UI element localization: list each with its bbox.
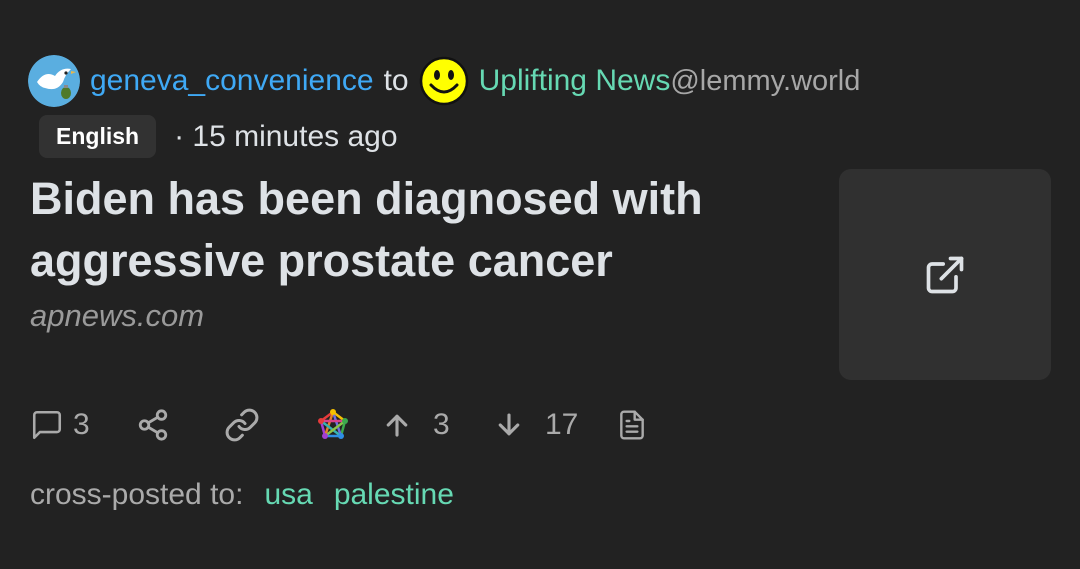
post-actions: 3 3 17 bbox=[30, 404, 670, 446]
post-thumbnail[interactable] bbox=[839, 169, 1051, 380]
post-time: · 15 minutes ago bbox=[174, 119, 398, 153]
upvote-button[interactable]: 3 bbox=[382, 404, 450, 446]
comment-count: 3 bbox=[73, 408, 90, 441]
document-icon bbox=[620, 410, 644, 440]
to-text: to bbox=[383, 64, 409, 97]
author-link[interactable]: geneva_convenience bbox=[90, 64, 374, 98]
arrow-up-icon bbox=[386, 414, 408, 437]
link-icon bbox=[225, 408, 259, 442]
post-title[interactable]: Biden has been diagnosed with aggressive… bbox=[30, 168, 770, 292]
share-icon bbox=[138, 409, 168, 441]
community-instance[interactable]: @lemmy.world bbox=[670, 65, 860, 98]
fediverse-icon bbox=[318, 409, 348, 439]
language-badge: English bbox=[39, 115, 157, 158]
upvote-count: 3 bbox=[433, 408, 450, 441]
post-meta: geneva_convenience to Uplifting News @le… bbox=[28, 55, 860, 107]
crosspost-community-usa[interactable]: usa bbox=[264, 478, 312, 512]
downvote-count: 17 bbox=[545, 408, 579, 441]
comments-button[interactable]: 3 bbox=[30, 404, 90, 446]
crosspost-line: cross-posted to: usa palestine bbox=[30, 478, 454, 512]
fediverse-button[interactable] bbox=[316, 404, 350, 446]
external-link-icon bbox=[926, 256, 964, 293]
view-source-button[interactable] bbox=[616, 404, 648, 446]
community-avatar[interactable] bbox=[419, 56, 469, 106]
share-button[interactable] bbox=[136, 404, 170, 446]
comment-icon bbox=[32, 410, 62, 440]
post-domain[interactable]: apnews.com bbox=[30, 298, 204, 334]
community-link[interactable]: Uplifting News bbox=[479, 64, 671, 98]
post-submeta: English · 15 minutes ago bbox=[39, 115, 398, 158]
copy-link-button[interactable] bbox=[224, 404, 260, 446]
downvote-button[interactable]: 17 bbox=[494, 404, 578, 446]
crosspost-community-palestine[interactable]: palestine bbox=[334, 478, 454, 512]
arrow-down-icon bbox=[498, 413, 520, 436]
author-avatar[interactable] bbox=[28, 55, 80, 107]
crosspost-label: cross-posted to: bbox=[30, 478, 244, 511]
